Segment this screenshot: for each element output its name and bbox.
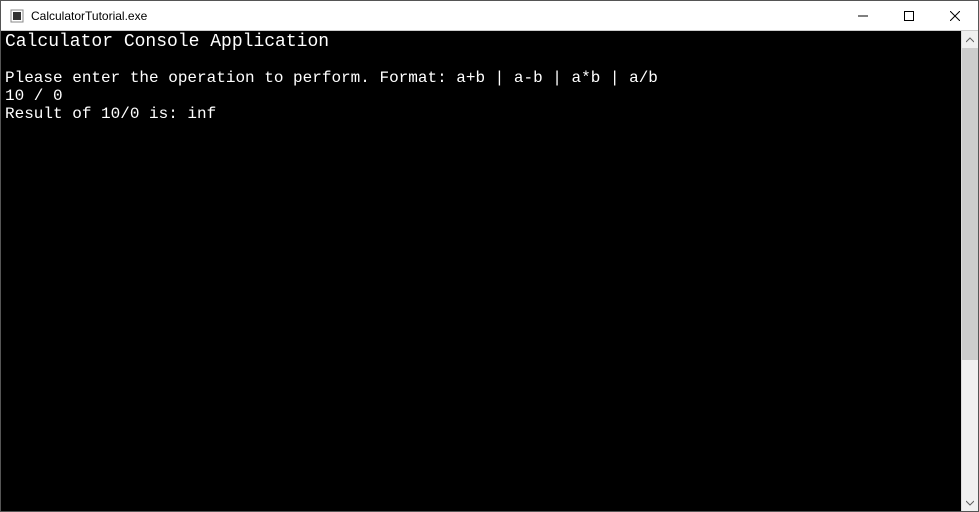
window-title: CalculatorTutorial.exe (31, 9, 147, 23)
console-cursor (5, 125, 13, 141)
chevron-up-icon (966, 36, 974, 44)
scroll-thumb[interactable] (962, 48, 978, 360)
window-titlebar: CalculatorTutorial.exe (1, 1, 978, 31)
content-area: Calculator Console Application Please en… (1, 31, 978, 511)
console-user-input: 10 / 0 (5, 87, 63, 105)
minimize-button[interactable] (840, 1, 886, 30)
window-controls (840, 1, 978, 30)
minimize-icon (858, 11, 868, 21)
console-header: Calculator Console Application (5, 32, 329, 52)
vertical-scrollbar[interactable] (961, 31, 978, 511)
console-result: Result of 10/0 is: inf (5, 105, 216, 123)
console-prompt: Please enter the operation to perform. F… (5, 69, 658, 87)
scroll-up-button[interactable] (962, 31, 978, 48)
maximize-icon (904, 11, 914, 21)
close-button[interactable] (932, 1, 978, 30)
close-icon (950, 11, 960, 21)
maximize-button[interactable] (886, 1, 932, 30)
scroll-track[interactable] (962, 48, 978, 494)
scroll-down-button[interactable] (962, 494, 978, 511)
app-icon (9, 8, 25, 24)
chevron-down-icon (966, 499, 974, 507)
console-output[interactable]: Calculator Console Application Please en… (1, 31, 961, 511)
